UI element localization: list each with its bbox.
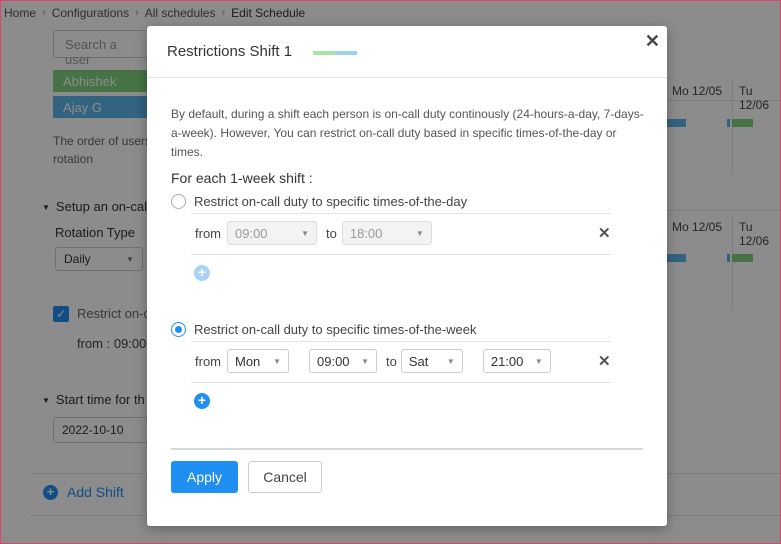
day-to-time-value: 18:00	[349, 225, 383, 241]
close-icon[interactable]: ✕	[645, 31, 660, 52]
radio-button[interactable]	[171, 322, 186, 337]
apply-button[interactable]: Apply	[171, 461, 238, 493]
each-shift-label: For each 1-week shift :	[171, 170, 313, 186]
remove-row-icon[interactable]: ✕	[598, 352, 611, 370]
week-to-day-value: Sat	[408, 353, 429, 369]
radio-option-week[interactable]: Restrict on-call duty to specific times-…	[171, 322, 476, 337]
modal-header: Restrictions Shift 1 ✕	[147, 26, 667, 78]
divider	[191, 213, 611, 214]
to-label: to	[386, 353, 397, 369]
remove-row-icon[interactable]: ✕	[598, 224, 611, 242]
from-label: from	[195, 353, 221, 369]
week-from-time-value: 09:00	[317, 353, 350, 369]
restrictions-modal: Restrictions Shift 1 ✕ By default, durin…	[147, 26, 667, 526]
caret-down-icon: ▼	[415, 228, 424, 238]
modal-description: By default, during a shift each person i…	[171, 107, 644, 159]
caret-down-icon: ▼	[301, 228, 309, 238]
caret-down-icon: ▼	[534, 356, 543, 366]
radio-option-week-label: Restrict on-call duty to specific times-…	[194, 322, 477, 337]
shift-color-swatch	[313, 50, 336, 55]
add-time-range-icon[interactable]: +	[194, 265, 210, 281]
week-to-time-value: 21:00	[490, 353, 524, 369]
footer-divider	[171, 448, 643, 450]
shift-color-tag	[313, 50, 358, 55]
week-from-time-select[interactable]: 09:00 ▼	[309, 349, 377, 373]
caret-down-icon: ▼	[361, 356, 369, 366]
to-label: to	[326, 225, 337, 241]
add-time-range-icon[interactable]: +	[194, 393, 210, 409]
day-from-time-value: 09:00	[235, 225, 268, 241]
caret-down-icon: ▼	[273, 356, 281, 366]
week-to-time-select[interactable]: 21:00 ▼	[482, 349, 551, 373]
week-to-day-select[interactable]: Sat ▼	[400, 349, 463, 373]
modal-title: Restrictions Shift 1	[167, 43, 293, 60]
radio-option-day-label: Restrict on-call duty to specific times-…	[194, 194, 468, 209]
divider	[191, 382, 611, 383]
radio-option-day[interactable]: Restrict on-call duty to specific times-…	[171, 194, 467, 209]
day-from-time-select[interactable]: 09:00 ▼	[227, 221, 317, 245]
week-time-row: from Mon ▼ 09:00 ▼ to Sat ▼ 21:00 ▼	[195, 349, 551, 373]
day-to-time-select[interactable]: 18:00 ▼	[341, 221, 432, 245]
shift-color-swatch	[335, 50, 358, 55]
divider	[191, 254, 611, 255]
caret-down-icon: ▼	[446, 356, 455, 366]
from-label: from	[195, 225, 221, 241]
divider	[191, 341, 611, 342]
radio-button[interactable]	[171, 194, 186, 209]
cancel-button[interactable]: Cancel	[248, 461, 322, 493]
week-from-day-value: Mon	[235, 353, 261, 369]
week-from-day-select[interactable]: Mon ▼	[227, 349, 289, 373]
day-time-row: from 09:00 ▼ to 18:00 ▼	[195, 221, 432, 245]
